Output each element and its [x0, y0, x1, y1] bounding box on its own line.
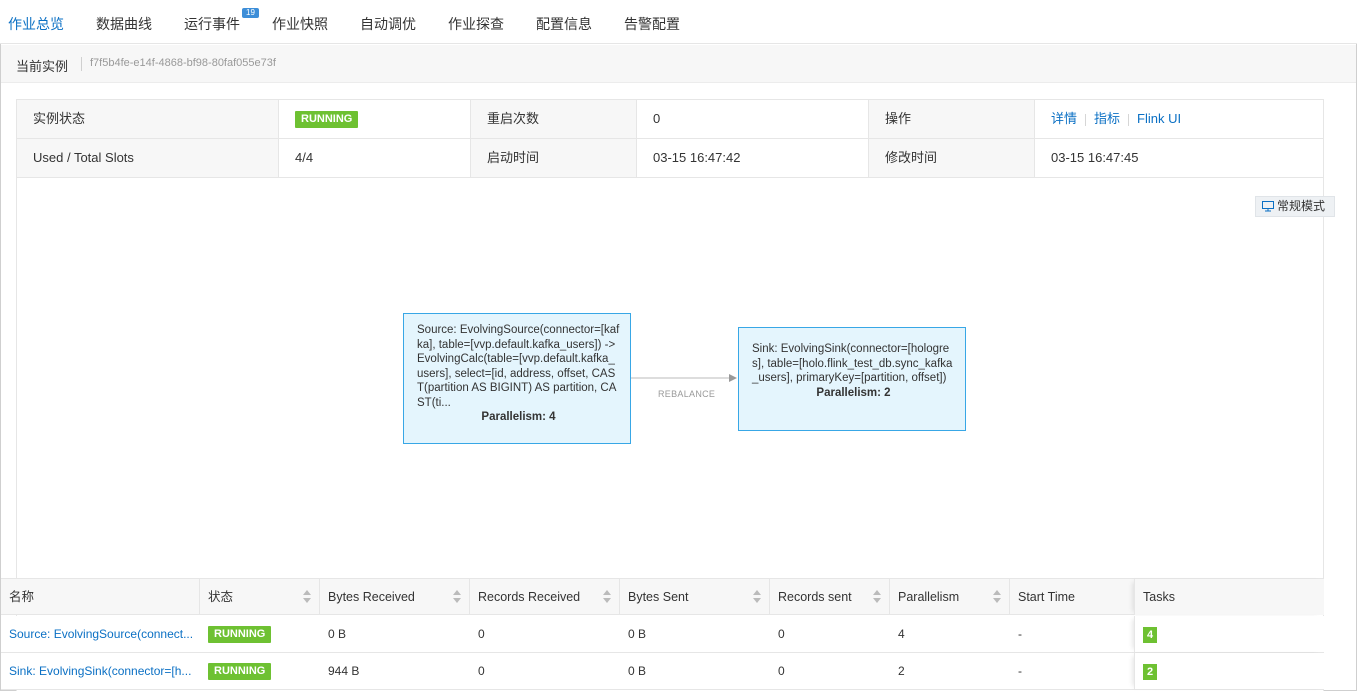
sink-parallelism: Parallelism: 2 — [816, 386, 891, 399]
sort-icon[interactable] — [873, 590, 881, 604]
col-bytes-sent[interactable]: Bytes Sent — [620, 579, 770, 615]
records-received-cell: 0 — [478, 664, 485, 678]
records-received-cell: 0 — [478, 627, 485, 641]
start-time-cell: - — [1018, 627, 1022, 641]
status-badge: RUNNING — [208, 663, 272, 681]
status-badge: RUNNING — [208, 626, 272, 644]
col-name[interactable]: 名称 — [1, 579, 200, 615]
tasks-badge: 2 — [1143, 663, 1158, 680]
col-parallelism[interactable]: Parallelism — [890, 579, 1010, 615]
bytes-sent-cell: 0 B — [628, 664, 647, 678]
current-instance-label: 当前实例 — [16, 59, 69, 74]
tab-data-curves[interactable]: 数据曲线 — [96, 14, 152, 34]
vertex-name-cell: Sink: EvolvingSink(connector=[h... — [1, 653, 200, 689]
col-records-sent-label: Records sent — [778, 590, 852, 604]
source-node-text: Source: EvolvingSource(connector=[kafka]… — [417, 324, 620, 409]
col-start-time-label: Start Time — [1018, 590, 1075, 604]
source-parallelism: Parallelism: 4 — [481, 411, 556, 423]
sort-icon[interactable] — [993, 590, 1001, 604]
instance-bar: 当前实例 f7f5b4fe-e14f-4868-bf98-80faf055e73… — [1, 45, 1356, 83]
tasks-cell: 2 — [1134, 653, 1324, 689]
vertex-state-cell: RUNNING — [200, 653, 320, 689]
sort-icon[interactable] — [303, 590, 311, 604]
parallelism-cell: 2 — [898, 664, 905, 678]
vertex-table-header: 名称 状态 Bytes Received Records Received By… — [1, 578, 1324, 615]
parallelism-cell: 4 — [898, 627, 905, 641]
vertex-name-cell: Source: EvolvingSource(connect... — [1, 616, 200, 652]
col-records-received[interactable]: Records Received — [470, 579, 620, 615]
tasks-cell: 4 — [1134, 616, 1324, 652]
sort-icon[interactable] — [453, 590, 461, 604]
tasks-badge: 4 — [1143, 626, 1158, 643]
tab-config-info[interactable]: 配置信息 — [536, 14, 592, 34]
bytes-sent-cell: 0 B — [628, 627, 647, 641]
col-bytes-received[interactable]: Bytes Received — [320, 579, 470, 615]
tab-job-overview[interactable]: 作业总览 — [8, 14, 64, 34]
sink-node[interactable]: Sink: EvolvingSink(connector=[hologres],… — [738, 327, 966, 431]
sort-icon[interactable] — [603, 590, 611, 604]
table-row: Sink: EvolvingSink(connector=[h... RUNNI… — [1, 653, 1324, 690]
tab-auto-tuning[interactable]: 自动调优 — [360, 14, 416, 34]
col-tasks: Tasks — [1134, 579, 1324, 615]
records-sent-cell: 0 — [778, 627, 785, 641]
events-count-badge: 19 — [242, 8, 259, 18]
vertex-name-link[interactable]: Sink: EvolvingSink(connector=[h... — [9, 664, 191, 678]
tab-job-snapshots[interactable]: 作业快照 — [272, 14, 328, 34]
sort-icon[interactable] — [753, 590, 761, 604]
source-node[interactable]: Source: EvolvingSource(connector=[kafka]… — [403, 313, 631, 444]
bytes-received-cell: 0 B — [328, 627, 347, 641]
records-sent-cell: 0 — [778, 664, 785, 678]
graph-edges — [631, 374, 737, 382]
col-state-label: 状态 — [208, 590, 234, 604]
col-bytes-received-label: Bytes Received — [328, 590, 415, 604]
col-start-time[interactable]: Start Time — [1010, 579, 1134, 615]
edge-label: REBALANCE — [658, 389, 716, 399]
tab-run-events[interactable]: 运行事件 19 — [184, 8, 259, 34]
tab-run-events-label: 运行事件 — [184, 16, 240, 32]
col-parallelism-label: Parallelism — [898, 590, 960, 604]
tab-bar: 作业总览 数据曲线 运行事件 19 作业快照 自动调优 作业探查 配置信息 告警… — [0, 0, 1357, 44]
col-records-received-label: Records Received — [478, 590, 581, 604]
bytes-received-cell: 944 B — [328, 664, 360, 678]
start-time-cell: - — [1018, 664, 1022, 678]
col-bytes-sent-label: Bytes Sent — [628, 590, 689, 604]
col-name-label: 名称 — [9, 590, 35, 604]
tab-alert-config[interactable]: 告警配置 — [624, 14, 680, 34]
table-row: Source: EvolvingSource(connect... RUNNIN… — [1, 616, 1324, 653]
col-records-sent[interactable]: Records sent — [770, 579, 890, 615]
divider — [81, 57, 82, 71]
tab-job-probe[interactable]: 作业探查 — [448, 14, 504, 34]
vertex-name-link[interactable]: Source: EvolvingSource(connect... — [9, 627, 193, 641]
vertex-state-cell: RUNNING — [200, 616, 320, 652]
col-tasks-label: Tasks — [1143, 590, 1175, 604]
instance-id[interactable]: f7f5b4fe-e14f-4868-bf98-80faf055e73f — [90, 57, 276, 69]
sink-node-text: Sink: EvolvingSink(connector=[hologres],… — [752, 343, 953, 384]
col-state[interactable]: 状态 — [200, 579, 320, 615]
edge-arrow-icon — [729, 374, 737, 382]
